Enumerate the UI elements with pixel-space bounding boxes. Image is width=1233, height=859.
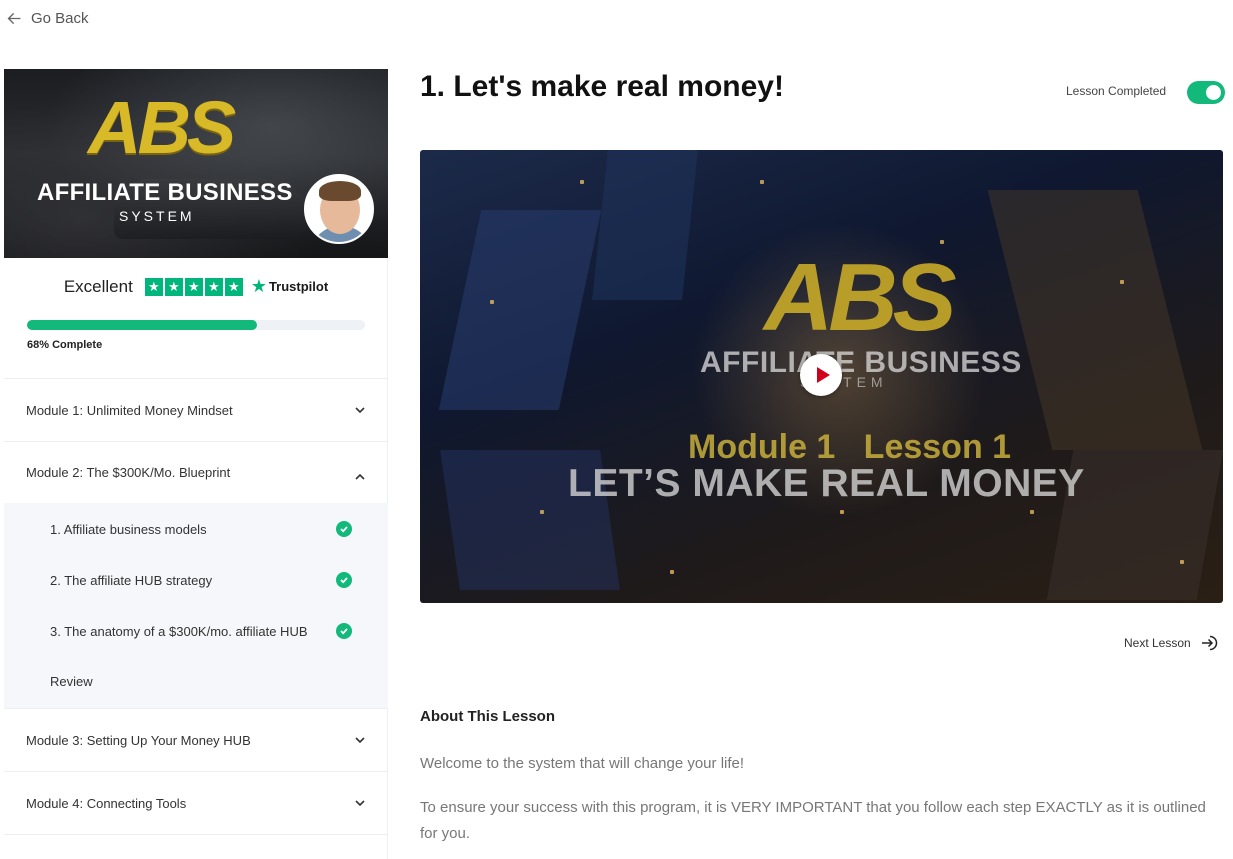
video-light	[840, 510, 844, 514]
module-title: Module 3: Setting Up Your Money HUB	[26, 732, 251, 748]
video-lesson-line: LET’S MAKE REAL MONEY	[568, 462, 1085, 505]
video-light	[1180, 560, 1184, 564]
next-lesson-label: Next Lesson	[1124, 636, 1191, 650]
instructor-avatar	[304, 174, 374, 244]
play-button[interactable]	[800, 354, 842, 396]
about-paragraph: Welcome to the system that will change y…	[420, 755, 745, 772]
module-4-header[interactable]: Module 4: Connecting Tools	[4, 772, 388, 834]
next-lesson-button[interactable]: Next Lesson	[1124, 633, 1219, 653]
star-icon: ★	[224, 277, 243, 296]
video-light	[540, 510, 544, 514]
video-light	[1120, 280, 1124, 284]
module-title: Module 2: The $300K/Mo. Blueprint	[26, 464, 231, 480]
video-light	[490, 300, 494, 304]
star-icon: ★	[164, 277, 183, 296]
video-abs-logo: ABS	[764, 244, 957, 351]
star-icon: ★	[204, 277, 223, 296]
divider	[4, 834, 388, 835]
lesson-title: 1. Let's make real money!	[420, 70, 784, 103]
chevron-down-icon	[355, 407, 365, 414]
check-circle-icon	[336, 623, 352, 639]
video-light	[670, 570, 674, 574]
check-circle-icon	[336, 521, 352, 537]
lesson-completed-label: Lesson Completed	[1066, 84, 1167, 98]
arrow-left-icon	[7, 12, 21, 25]
video-player[interactable]: ABS AFFILIATE BUSINESS SYSTEM Module 1 L…	[420, 150, 1223, 603]
banner-title: AFFILIATE BUSINESS	[37, 179, 293, 206]
module-2-header[interactable]: Module 2: The $300K/Mo. Blueprint	[4, 441, 388, 503]
video-building	[987, 190, 1203, 450]
progress-label: 68% Complete	[27, 339, 103, 351]
lesson-completed-toggle[interactable]	[1187, 81, 1225, 104]
chevron-down-icon	[355, 800, 365, 807]
video-light	[1030, 510, 1034, 514]
lesson-item-review[interactable]: Review	[50, 674, 93, 689]
module-title: Module 1: Unlimited Money Mindset	[26, 402, 233, 418]
star-icon: ★	[144, 277, 163, 296]
progress-fill	[27, 320, 257, 330]
rating-label: Excellent	[63, 276, 133, 296]
check-circle-icon	[336, 572, 352, 588]
trustpilot-star-icon: ★	[250, 276, 267, 296]
video-light	[760, 180, 764, 184]
trustpilot-logo: ★ Trustpilot	[251, 276, 328, 297]
abs-logo: ABS	[88, 86, 236, 169]
module-1-header[interactable]: Module 1: Unlimited Money Mindset	[4, 379, 388, 441]
about-heading: About This Lesson	[420, 708, 555, 725]
chevron-up-icon	[355, 473, 365, 480]
go-back-link[interactable]: Go Back	[6, 10, 89, 27]
video-building	[592, 150, 698, 300]
banner-subtitle: SYSTEM	[119, 208, 195, 224]
about-paragraph: To ensure your success with this program…	[420, 799, 1206, 842]
lesson-item[interactable]: 1. Affiliate business models	[50, 522, 207, 537]
rating-stars: ★ ★ ★ ★ ★	[144, 277, 243, 296]
star-icon: ★	[184, 277, 203, 296]
trustpilot-brand: Trustpilot	[268, 279, 329, 294]
module-title: Module 4: Connecting Tools	[26, 795, 187, 811]
lesson-item[interactable]: 3. The anatomy of a $300K/mo. affiliate …	[50, 624, 308, 639]
course-banner: ABS AFFILIATE BUSINESS SYSTEM	[4, 69, 388, 258]
course-sidebar: ABS AFFILIATE BUSINESS SYSTEM Excellent …	[4, 69, 388, 859]
lesson-item[interactable]: 2. The affiliate HUB strategy	[50, 573, 212, 588]
video-building	[438, 210, 602, 410]
module-3-header[interactable]: Module 3: Setting Up Your Money HUB	[4, 709, 388, 771]
module-2-lessons: 1. Affiliate business models 2. The affi…	[4, 503, 388, 708]
video-light	[580, 180, 584, 184]
trustpilot-rating: Excellent ★ ★ ★ ★ ★ ★ Trustpilot	[4, 276, 388, 297]
go-back-label: Go Back	[31, 10, 89, 27]
play-icon	[816, 367, 830, 383]
toggle-knob	[1206, 85, 1221, 100]
progress-bar	[27, 320, 365, 330]
next-arrow-icon	[1201, 635, 1217, 651]
chevron-down-icon	[355, 737, 365, 744]
